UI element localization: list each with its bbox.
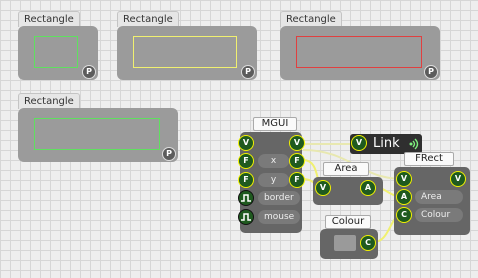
frect-title: FRect: [404, 152, 454, 166]
frect-v-in-port[interactable]: V: [396, 171, 412, 187]
mgui-mouse-port[interactable]: [238, 209, 254, 225]
mgui-border-label: border: [258, 191, 300, 205]
frect-node[interactable]: V V A Area C Colour: [394, 167, 470, 235]
colour-swatch[interactable]: [334, 235, 356, 251]
mgui-title: MGUI: [253, 117, 297, 131]
frect-area-label: Area: [415, 190, 463, 204]
wifi-signal-icon: [409, 138, 419, 150]
frect-colour-label: Colour: [415, 208, 463, 222]
frect-v-out-port[interactable]: V: [450, 171, 466, 187]
pulse-icon: [241, 194, 251, 202]
link-node[interactable]: V Link: [350, 134, 422, 154]
mgui-x-label: x: [258, 154, 289, 168]
colour-c-out-port[interactable]: C: [360, 235, 376, 251]
pulse-icon: [241, 213, 251, 221]
area-v-in-port[interactable]: V: [315, 180, 331, 196]
mgui-border-port[interactable]: [238, 190, 254, 206]
mgui-v-in-port[interactable]: V: [238, 135, 254, 151]
mgui-node[interactable]: V V F x F F y F border mouse P: [238, 132, 305, 233]
mgui-y-label: y: [258, 173, 289, 187]
mgui-y-in-port[interactable]: F: [238, 172, 254, 188]
mgui-x-out-port[interactable]: F: [289, 153, 305, 169]
frect-colour-in-port[interactable]: C: [396, 207, 412, 223]
colour-node[interactable]: C: [320, 229, 378, 259]
mgui-x-in-port[interactable]: F: [238, 153, 254, 169]
link-label: Link: [373, 136, 400, 151]
frect-area-in-port[interactable]: A: [396, 189, 412, 205]
mgui-y-out-port[interactable]: F: [289, 172, 305, 188]
mgui-v-out-port[interactable]: V: [289, 135, 305, 151]
area-node[interactable]: V A: [313, 177, 383, 205]
mgui-mouse-label: mouse: [258, 210, 300, 224]
link-v-port[interactable]: V: [351, 135, 367, 151]
area-title: Area: [323, 162, 369, 176]
area-a-out-port[interactable]: A: [360, 180, 376, 196]
colour-title: Colour: [325, 215, 371, 229]
